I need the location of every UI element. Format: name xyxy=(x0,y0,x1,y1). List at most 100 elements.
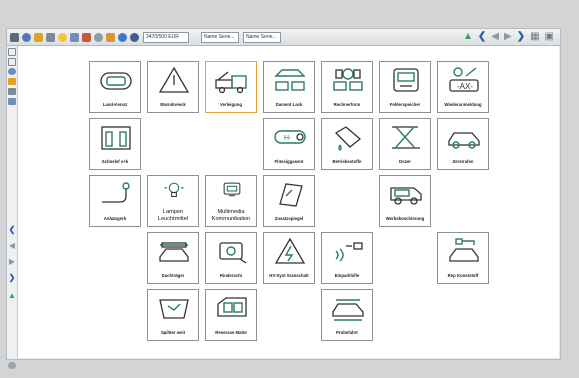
help-icon[interactable] xyxy=(130,32,139,42)
sb-right-icon[interactable]: ▶ xyxy=(8,258,16,266)
tile-label: Dament Lack xyxy=(275,102,303,107)
forward-arrow-icon[interactable]: ❯ xyxy=(517,32,525,42)
sb-view-icon[interactable] xyxy=(8,48,16,56)
seat-icon xyxy=(101,126,131,150)
warning-triangle-icon xyxy=(158,66,190,93)
car-lift-icon xyxy=(392,126,420,149)
high-voltage-icon xyxy=(274,237,306,264)
svg-text:H-: H- xyxy=(284,135,292,142)
tile-schnelsf[interactable]: Schnelsf s+k xyxy=(89,118,141,170)
tile-probefahrt[interactable]: Probefahrt xyxy=(321,289,373,341)
tile-label: Einparkhilfe xyxy=(334,273,360,278)
sb-globe-icon[interactable] xyxy=(8,68,16,75)
tow-hitch-icon xyxy=(102,182,130,203)
back-arrow-icon[interactable]: ❮ xyxy=(478,32,486,42)
pencil-icon[interactable] xyxy=(82,32,91,42)
test-drive-icon xyxy=(332,299,364,321)
tile-rechnerform[interactable]: Rechnerform xyxy=(321,61,373,113)
sb-person-icon[interactable] xyxy=(8,88,16,95)
sb-left-icon[interactable]: ◀ xyxy=(8,242,16,250)
tile-label: Wiederanmeldung xyxy=(444,102,482,107)
tile-label: Rinderschi xyxy=(219,273,243,278)
tile-lampen[interactable]: Lampen Leuchtmittel xyxy=(147,175,199,227)
tile-label: HV-Syst Sranschalt xyxy=(269,273,309,278)
tile-betriebsstoffe[interactable]: Betriebsstoffe xyxy=(321,118,373,170)
series-dropdown-2[interactable]: Name Serie... xyxy=(243,31,281,43)
tile-label: Anhängerk xyxy=(103,216,127,221)
tools-icon[interactable] xyxy=(106,32,115,42)
sb-car-icon[interactable]: ▲ xyxy=(8,292,16,300)
person-icon[interactable] xyxy=(46,32,55,42)
tile-label: Schnelsf s+k xyxy=(101,159,129,164)
registration-icon: -AX- xyxy=(449,67,479,92)
tile-werbebeschierung[interactable]: Werbebeschierung xyxy=(379,175,431,227)
plastic-repair-icon xyxy=(449,238,479,262)
van-icon xyxy=(390,187,422,205)
tile-label: Probefahrt xyxy=(336,330,358,335)
tile-zerstrafen[interactable]: Zerstrafen xyxy=(437,118,489,170)
toolbar: 3470/500 EUR Name Serie... Name Serie...… xyxy=(7,29,560,46)
multimedia-icon xyxy=(223,182,241,197)
tile-label: Dozer xyxy=(399,159,411,164)
tile-label: Rechnerform xyxy=(333,102,361,107)
expand-icon[interactable]: ▣ xyxy=(545,32,554,42)
sb-flag-icon[interactable] xyxy=(8,78,16,85)
tile-zusatzspiegel[interactable]: Zusatzspiegel xyxy=(263,175,315,227)
bulb-icon[interactable] xyxy=(58,32,67,42)
parking-sensor-icon xyxy=(335,242,363,262)
tile-fehlerspeicher[interactable]: Fehlerspeicher xyxy=(379,61,431,113)
book-icon[interactable] xyxy=(70,32,79,42)
sb-back-icon[interactable]: ❮ xyxy=(8,226,16,234)
tile-rinderschi[interactable]: Rinderschi xyxy=(205,232,257,284)
tile-reserase-matte[interactable]: Reserase Matte xyxy=(205,289,257,341)
globe-icon[interactable] xyxy=(22,32,31,42)
tile-hv-syst[interactable]: HV-Syst Sranschalt xyxy=(263,232,315,284)
mirror-icon xyxy=(279,183,303,207)
layout-icon[interactable]: ▦ xyxy=(530,32,539,42)
tile-warndreieck[interactable]: Warndreieck xyxy=(147,61,199,113)
grid-icon[interactable] xyxy=(10,32,19,42)
tile-land-kennz[interactable]: Land-Kennz xyxy=(89,61,141,113)
tile-rep-kunststoff[interactable]: Rep Kunststoff xyxy=(437,232,489,284)
eye-icon[interactable] xyxy=(94,32,103,42)
flag-icon[interactable] xyxy=(34,32,43,42)
price-field[interactable]: 3470/500 EUR xyxy=(143,31,189,43)
series-dropdown-1[interactable]: Name Serie... xyxy=(201,31,239,43)
sb-settings-icon[interactable] xyxy=(8,362,16,369)
tile-spiltter[interactable]: Spiltter weit xyxy=(147,289,199,341)
tile-label: Multimedia Kommunikation xyxy=(211,209,251,222)
sb-close-icon[interactable] xyxy=(8,58,16,66)
tile-label: Flüssiggasent xyxy=(274,159,304,164)
tile-einparkhilfe[interactable]: Einparkhilfe xyxy=(321,232,373,284)
windshield-icon xyxy=(159,299,189,319)
tile-multimedia[interactable]: Multimedia Kommunikation xyxy=(205,175,257,227)
left-sidebar: ❮ ◀ ▶ ❯ ▲ xyxy=(7,46,18,369)
tile-label: Warndreieck xyxy=(160,102,186,107)
car-icon[interactable]: ▲ xyxy=(463,32,473,42)
info-icon[interactable] xyxy=(118,32,127,42)
tile-label: Betriebsstoffe xyxy=(332,159,362,164)
right-arrow-icon[interactable]: ▶ xyxy=(504,32,512,42)
svg-text:-AX-: -AX- xyxy=(457,82,473,91)
tile-dozer[interactable]: Dozer xyxy=(379,118,431,170)
tile-dament-lack[interactable]: Dament Lack xyxy=(263,61,315,113)
navigation-icon xyxy=(219,242,247,264)
sb-forward-icon[interactable]: ❯ xyxy=(8,274,16,282)
oil-can-icon xyxy=(334,126,362,151)
tile-fluessiggas[interactable]: H- Flüssiggasent xyxy=(263,118,315,170)
tile-label: Reserase Matte xyxy=(215,330,247,335)
tile-wiederanmeldung[interactable]: -AX- Wiederanmeldung xyxy=(437,61,489,113)
tile-verleigung[interactable]: Verleigung xyxy=(205,61,257,113)
tile-anhaengerk[interactable]: Anhängerk xyxy=(89,175,141,227)
license-plate-icon xyxy=(100,72,132,90)
gas-tank-icon: H- xyxy=(274,130,306,144)
sedan-icon xyxy=(448,132,480,149)
tile-dachtraeger[interactable]: Dachträger xyxy=(147,232,199,284)
car-paint-icon xyxy=(274,69,306,91)
left-arrow-icon[interactable]: ◀ xyxy=(491,32,499,42)
lamp-icon xyxy=(164,182,184,198)
sb-doc-icon[interactable] xyxy=(8,98,16,105)
tile-label: Rep Kunststoff xyxy=(447,273,479,278)
tile-label: Verleigung xyxy=(220,102,242,107)
floor-mat-icon xyxy=(217,297,247,317)
